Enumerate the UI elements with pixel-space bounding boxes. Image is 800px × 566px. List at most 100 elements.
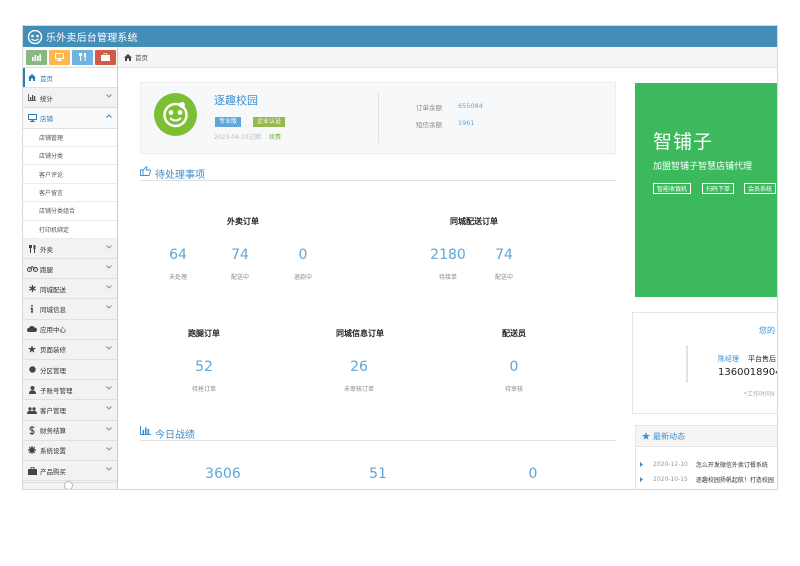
sidebar-item-sub-accounts[interactable]: 子账号管理	[23, 380, 117, 401]
delivery-delivering-count[interactable]: 74	[479, 247, 529, 263]
sidebar-item-label: 子账号管理	[40, 386, 73, 395]
order-balance-value: 655084	[458, 102, 483, 110]
user-icon	[28, 385, 36, 394]
renew-link[interactable]: 续费	[269, 132, 281, 141]
monitor-icon	[27, 113, 37, 122]
logo-icon	[27, 29, 43, 44]
sidebar-item-customers[interactable]: 客户管理	[23, 400, 117, 421]
star-icon	[28, 345, 36, 354]
chevron-down-icon	[106, 386, 112, 390]
sidebar-item-label: 同城信息	[40, 306, 66, 315]
sidebar-subitem-store-category[interactable]: 店铺分类	[23, 146, 117, 166]
riders-title: 配送员	[502, 329, 526, 338]
profile-divider	[378, 93, 379, 143]
sidebar-item-label: 首页	[40, 74, 53, 83]
briefcase-icon	[101, 53, 110, 61]
sidebar-item-zone-manage[interactable]: 分区管理	[23, 360, 117, 381]
sidebar-item-page-decor[interactable]: 页面装修	[23, 340, 117, 361]
news-text: 怎么开发微信外卖订餐系统	[695, 461, 768, 469]
bar-chart-icon	[140, 426, 151, 435]
riders-pending-count[interactable]: 0	[489, 359, 539, 375]
sms-balance-label: 短信余额	[416, 121, 442, 129]
news-text: 逐趣校园扬帆起航！打造校园	[695, 476, 774, 484]
news-date: 2020-12-10	[653, 460, 688, 468]
sidebar: 首页 统计 店铺 店铺管理 店铺分类 客户评论 客户留言 店铺分类组合 打印机绑…	[23, 47, 118, 489]
hand-pointer-icon	[140, 166, 151, 176]
account-manager-card: 您的 陈经理 平台售后 13600189046 *工作时间9	[632, 312, 777, 414]
takeout-shortcut-button[interactable]	[72, 49, 93, 65]
store-shortcut-button[interactable]	[49, 49, 70, 65]
working-hours-note: *工作时间9	[744, 391, 775, 398]
bar-chart-icon	[28, 94, 36, 102]
sidebar-item-errand[interactable]: 跑腿	[23, 259, 117, 280]
sidebar-item-city-info[interactable]: 同城信息	[23, 299, 117, 320]
sidebar-item-label: 分区管理	[40, 366, 66, 375]
enterprise-verified-badge: 企业认证	[253, 117, 286, 127]
pro-edition-badge: 专业版	[215, 117, 242, 127]
users-icon	[27, 406, 37, 414]
delivery-awaiting-count[interactable]: 2180	[423, 247, 473, 263]
info-unreviewed-count[interactable]: 26	[334, 359, 384, 375]
takeout-unprocessed-label: 未处理	[168, 274, 187, 281]
promo-banner[interactable]: 智铺子 加盟智铺子智慧店铺代理 智能收银机 扫码下单 会员系统	[635, 83, 777, 297]
today-section-title: 今日战绩	[140, 426, 616, 441]
errand-grab-count[interactable]: 52	[179, 359, 229, 375]
city-delivery-orders-title: 同城配送订单	[450, 217, 498, 226]
sidebar-collapse-bar	[23, 481, 117, 489]
promo-tag: 智能收银机	[653, 183, 692, 194]
sidebar-item-finance[interactable]: 财务结算	[23, 421, 117, 441]
purchase-shortcut-button[interactable]	[95, 49, 116, 65]
chevron-down-icon	[106, 285, 112, 289]
sidebar-item-purchase[interactable]: 产品购买	[23, 461, 117, 482]
sidebar-item-home[interactable]: 首页	[23, 68, 117, 89]
news-item[interactable]: 2020-12-10 怎么开发微信外卖订餐系统	[640, 458, 768, 470]
order-balance-label: 订单余额	[416, 104, 442, 112]
manager-name: 陈经理	[718, 355, 739, 363]
briefcase-icon	[27, 466, 37, 475]
sidebar-subitem-category-group[interactable]: 店铺分类组合	[23, 202, 117, 221]
sidebar-subitem-messages[interactable]: 客户留言	[23, 183, 117, 203]
takeout-refunding-count[interactable]: 0	[278, 247, 328, 263]
takeout-refunding-label: 退款中	[293, 274, 312, 281]
sidebar-subitem-printer[interactable]: 打印机绑定	[23, 220, 117, 239]
news-panel: 最新动态 2020-12-10 怎么开发微信外卖订餐系统 2020-10-15 …	[635, 425, 777, 489]
sidebar-item-app-center[interactable]: 应用中心	[23, 320, 117, 340]
takeout-delivering-label: 配送中	[230, 274, 249, 281]
sidebar-subitem-store-manage[interactable]: 店铺管理	[23, 128, 117, 147]
sidebar-collapse-button[interactable]	[64, 481, 73, 489]
sidebar-item-stats[interactable]: 统计	[23, 88, 117, 109]
cloud-icon	[27, 326, 37, 333]
takeout-unprocessed-count[interactable]: 64	[153, 247, 203, 263]
sidebar-item-label: 店铺	[40, 114, 53, 123]
dollar-icon	[29, 425, 35, 435]
home-icon	[124, 53, 132, 61]
news-item[interactable]: 2020-10-15 逐趣校园扬帆起航！打造校园	[640, 473, 774, 485]
caret-right-icon	[640, 461, 643, 467]
promo-title: 智铺子	[653, 131, 714, 153]
chevron-down-icon	[106, 305, 112, 310]
riders-pending-label: 待审核	[504, 386, 523, 393]
chevron-down-icon	[106, 446, 112, 451]
delivery-awaiting-label: 待接单	[438, 274, 457, 281]
sidebar-item-label: 同城配送	[40, 285, 66, 294]
sidebar-subitem-reviews[interactable]: 客户评论	[23, 165, 117, 184]
expiry-date: 2023-04-23过期	[214, 134, 261, 141]
today-stat-1: 3606	[205, 466, 241, 482]
breadcrumb-home-link[interactable]: 首页	[135, 52, 148, 62]
sidebar-item-store[interactable]: 店铺	[23, 108, 117, 129]
stats-shortcut-button[interactable]	[26, 49, 47, 65]
promo-subtitle: 加盟智铺子智慧店铺代理	[653, 162, 753, 172]
promo-tag: 扫码下单	[702, 183, 735, 194]
takeout-delivering-count[interactable]: 74	[215, 247, 265, 263]
info-icon	[30, 305, 33, 313]
sidebar-item-settings[interactable]: 系统设置	[23, 441, 117, 461]
delivery-delivering-label: 配送中	[494, 274, 513, 281]
star-icon	[642, 432, 650, 440]
chevron-down-icon	[106, 406, 112, 411]
asterisk-icon	[28, 285, 36, 293]
breadcrumb: 首页	[118, 47, 777, 68]
sidebar-item-city-delivery[interactable]: 同城配送	[23, 279, 117, 300]
sidebar-item-label: 外卖	[40, 245, 53, 254]
app-window: 乐外卖后台管理系统 首页 统计 店铺 店铺管理 店铺分类 客户评论 客户留言 店…	[22, 25, 778, 490]
sidebar-item-takeout[interactable]: 外卖	[23, 239, 117, 260]
